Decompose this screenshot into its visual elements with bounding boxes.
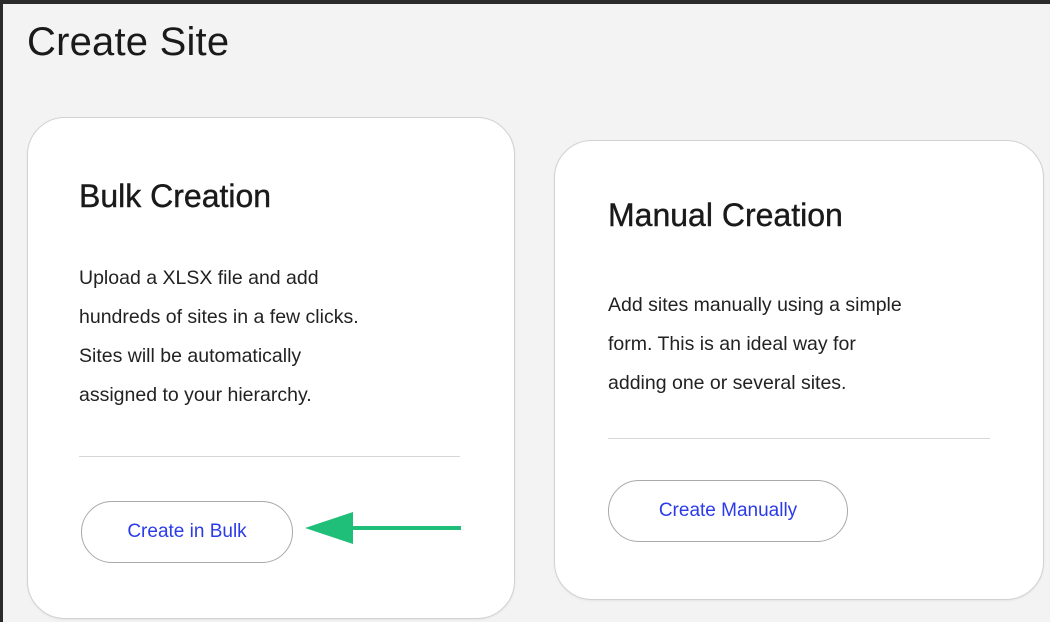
app-frame: Create Site Bulk Creation Upload a XLSX … [0,0,1050,622]
create-in-bulk-button[interactable]: Create in Bulk [81,501,293,563]
bulk-description-line: Sites will be automatically [79,345,302,367]
bulk-card-divider [79,456,460,457]
arrow-head [305,512,353,544]
bulk-description-line: assigned to your hierarchy. [79,384,312,406]
page-title: Create Site [27,20,230,64]
bulk-creation-description: Upload a XLSX file and add hundreds of s… [79,259,499,415]
manual-description-line: form. This is an ideal way for [608,333,856,355]
manual-creation-description: Add sites manually using a simple form. … [608,286,1028,403]
bulk-description-line: Upload a XLSX file and add [79,267,319,289]
arrow-left-icon [305,512,461,544]
manual-card-divider [608,438,990,439]
manual-description-line: Add sites manually using a simple [608,294,902,316]
manual-creation-title: Manual Creation [608,197,843,233]
bulk-description-line: hundreds of sites in a few clicks. [79,306,359,328]
manual-creation-card: Manual Creation Add sites manually using… [554,140,1044,600]
create-manually-button[interactable]: Create Manually [608,480,848,542]
manual-description-line: adding one or several sites. [608,372,847,394]
bulk-creation-title: Bulk Creation [79,178,272,214]
